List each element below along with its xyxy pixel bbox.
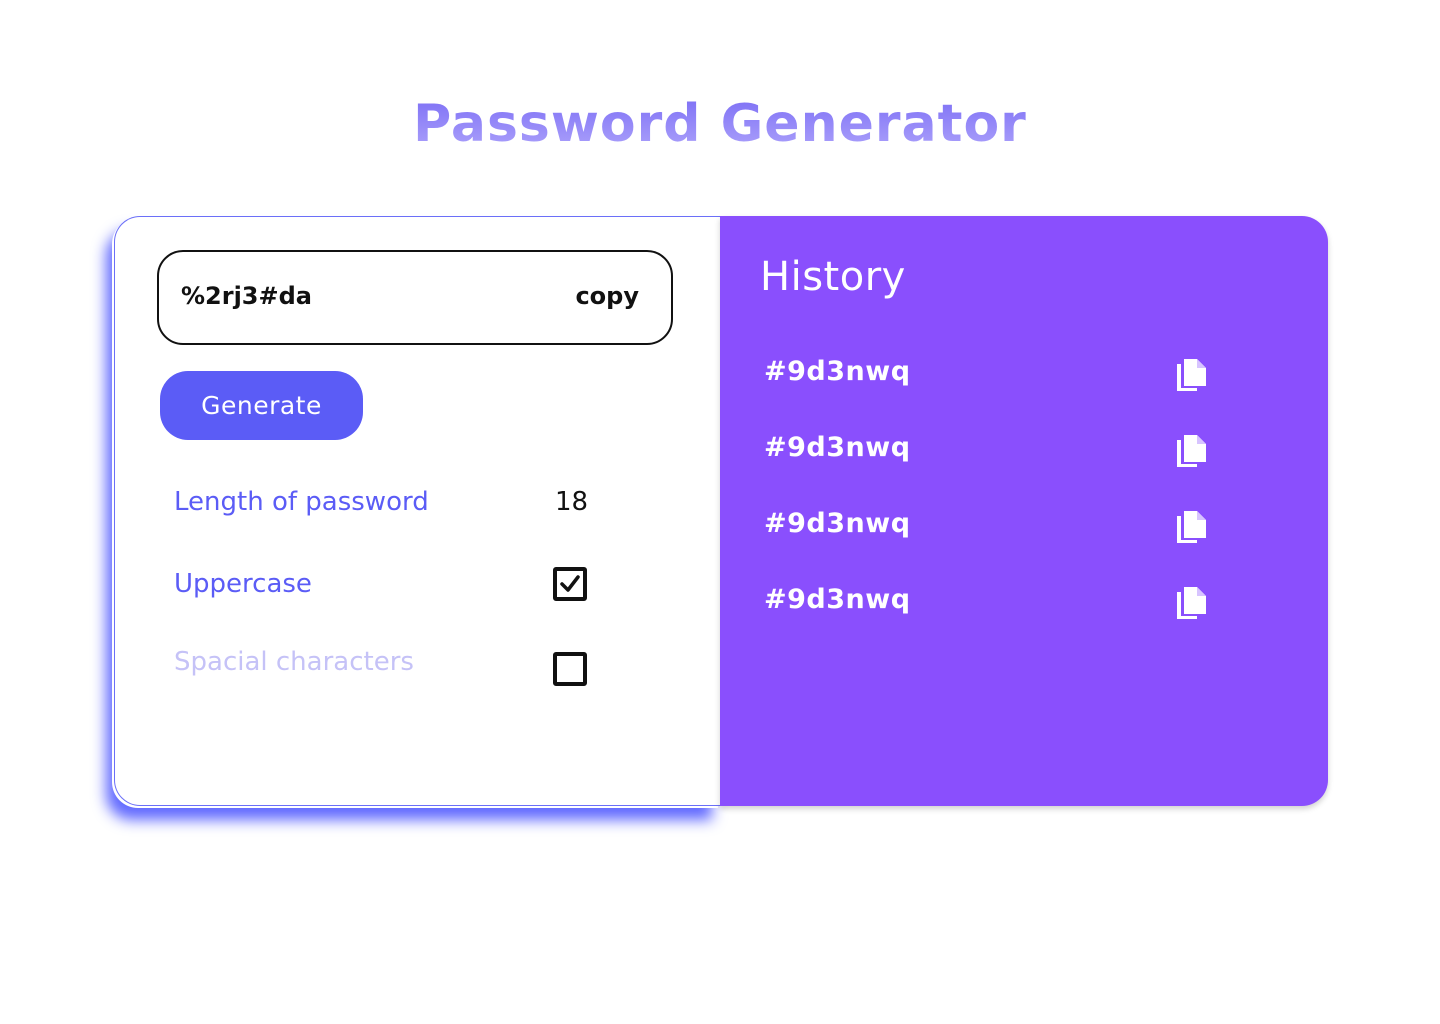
- uppercase-checkbox[interactable]: [553, 567, 587, 601]
- page-title: Password Generator: [0, 92, 1440, 156]
- copy-icon[interactable]: [1175, 432, 1209, 470]
- length-label: Length of password: [174, 487, 429, 517]
- copy-password-button[interactable]: copy: [575, 282, 639, 310]
- generator-panel: %2rj3#da copy Generate Length of passwor…: [114, 216, 720, 806]
- copy-icon[interactable]: [1175, 356, 1209, 394]
- special-characters-label: Spacial characters: [174, 647, 414, 677]
- history-item: #9d3nwq: [764, 356, 1214, 396]
- history-item-value: #9d3nwq: [764, 356, 911, 387]
- copy-icon[interactable]: [1175, 508, 1209, 546]
- copy-icon[interactable]: [1175, 584, 1209, 622]
- uppercase-label: Uppercase: [174, 569, 312, 599]
- history-title: History: [760, 254, 906, 300]
- history-item: #9d3nwq: [764, 432, 1214, 472]
- password-output-field[interactable]: %2rj3#da copy: [157, 250, 673, 345]
- special-characters-checkbox[interactable]: [553, 652, 587, 686]
- page: Password Generator %2rj3#da copy Generat…: [0, 0, 1440, 1024]
- history-item: #9d3nwq: [764, 508, 1214, 548]
- history-item-value: #9d3nwq: [764, 584, 911, 615]
- history-item-value: #9d3nwq: [764, 432, 911, 463]
- generate-button[interactable]: Generate: [160, 371, 363, 440]
- length-value[interactable]: 18: [555, 487, 588, 517]
- history-panel: History #9d3nwq #9d3nwq #9d3nwq #9d3nwq: [720, 216, 1328, 806]
- history-item: #9d3nwq: [764, 584, 1214, 624]
- checkmark-icon: [560, 575, 580, 592]
- history-item-value: #9d3nwq: [764, 508, 911, 539]
- password-value[interactable]: %2rj3#da: [181, 282, 312, 310]
